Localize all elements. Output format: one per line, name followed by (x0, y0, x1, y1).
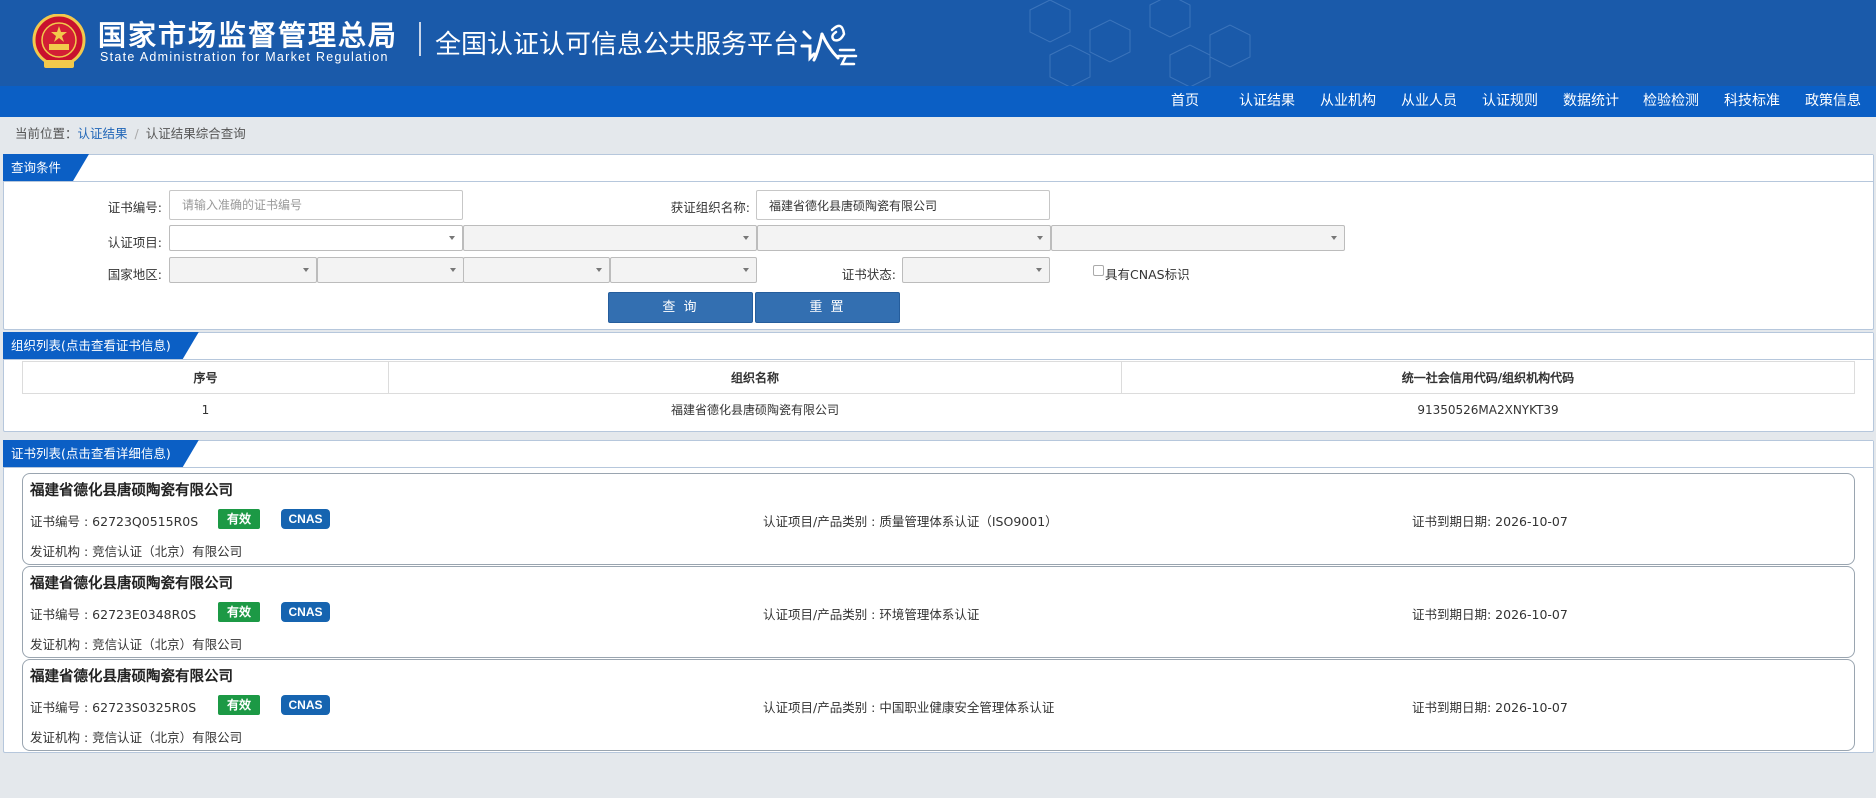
cert-project-select-4[interactable] (1051, 225, 1345, 251)
cert-card[interactable]: 福建省德化县唐硕陶瓷有限公司 证书编号 : 62723E0348R0S 有效 C… (22, 566, 1855, 658)
cert-issuer: 发证机构 : 竞信认证（北京）有限公司 (30, 544, 243, 559)
org-name-cn: 国家市场监督管理总局 (98, 19, 399, 52)
query-panel-header: 查询条件 (4, 155, 1873, 182)
reset-button[interactable]: 重 置 (755, 292, 900, 323)
chevron-down-icon (303, 268, 309, 272)
breadcrumb-separator: / (134, 126, 139, 141)
chevron-down-icon (1036, 268, 1042, 272)
cert-project-select-2[interactable] (463, 225, 757, 251)
chevron-down-icon (743, 268, 749, 272)
cert-org-name: 福建省德化县唐硕陶瓷有限公司 (30, 576, 233, 592)
cert-number: 证书编号 : 62723Q0515R0S (30, 514, 199, 529)
cert-org-name: 福建省德化县唐硕陶瓷有限公司 (30, 669, 233, 685)
column-header-index: 序号 (22, 361, 389, 394)
org-list-panel-title: 组织列表(点击查看证书信息) (3, 332, 199, 359)
cert-org-name: 福建省德化县唐硕陶瓷有限公司 (30, 483, 233, 499)
nav-practitioners[interactable]: 从业人员 (1401, 86, 1457, 117)
cert-number: 证书编号 : 62723S0325R0S (30, 700, 197, 715)
query-panel: 查询条件 证书编号: 获证组织名称: 认证项目: 国家地区: 证书状态: 具有C… (3, 154, 1874, 330)
header-divider (419, 22, 421, 56)
region-select-1[interactable] (169, 257, 317, 283)
cert-project-select-1[interactable] (169, 225, 463, 251)
chevron-down-icon (596, 268, 602, 272)
search-button[interactable]: 查 询 (608, 292, 753, 323)
nav-cert-rules[interactable]: 认证规则 (1482, 86, 1538, 117)
cert-expiry: 证书到期日期: 2026-10-07 (1412, 514, 1568, 529)
region-select-4[interactable] (610, 257, 757, 283)
chevron-down-icon (743, 236, 749, 240)
cert-category: 认证项目/产品类别 : 中国职业健康安全管理体系认证 (763, 700, 1055, 715)
cert-expiry: 证书到期日期: 2026-10-07 (1412, 700, 1568, 715)
org-name-en: State Administration for Market Regulati… (100, 50, 389, 64)
breadcrumb-current: 认证结果综合查询 (145, 126, 246, 141)
breadcrumb-prefix: 当前位置： (15, 126, 78, 141)
nav-policy[interactable]: 政策信息 (1805, 86, 1861, 117)
breadcrumb: 当前位置：认证结果 / 认证结果综合查询 (15, 123, 246, 142)
cnas-badge: CNAS (281, 602, 330, 622)
nav-home[interactable]: 首页 (1171, 86, 1199, 117)
cert-project-select-3[interactable] (757, 225, 1051, 251)
nav-cert-results[interactable]: 认证结果 (1239, 86, 1295, 117)
chevron-down-icon (450, 268, 456, 272)
region-select-2[interactable] (317, 257, 464, 283)
cert-status-label: 证书状态: (841, 267, 896, 282)
cert-category: 认证项目/产品类别 : 质量管理体系认证（ISO9001） (763, 514, 1058, 529)
cnas-badge: CNAS (281, 509, 330, 529)
cert-card[interactable]: 福建省德化县唐硕陶瓷有限公司 证书编号 : 62723Q0515R0S 有效 C… (22, 473, 1855, 565)
status-badge: 有效 (218, 695, 260, 715)
org-table-header-row: 序号 组织名称 统一社会信用代码/组织机构代码 (22, 361, 1855, 394)
row-credit-code: 91350526MA2XNYKT39 (1417, 402, 1559, 417)
cert-no-label: 证书编号: (107, 200, 162, 215)
cert-issuer: 发证机构 : 竞信认证（北京）有限公司 (30, 637, 243, 652)
nav-tech-standards[interactable]: 科技标准 (1724, 86, 1780, 117)
nav-inspection[interactable]: 检验检测 (1643, 86, 1699, 117)
region-label: 国家地区: (107, 267, 162, 282)
platform-title: 全国认证认可信息公共服务平台 (435, 30, 800, 60)
region-select-3[interactable] (463, 257, 610, 283)
column-header-org-name: 组织名称 (388, 361, 1122, 394)
cert-list-panel-title: 证书列表(点击查看详细信息) (3, 440, 199, 467)
breadcrumb-link-cert-results[interactable]: 认证结果 (78, 126, 128, 141)
org-list-panel: 组织列表(点击查看证书信息) 序号 组织名称 统一社会信用代码/组织机构代码 1… (3, 332, 1874, 432)
national-emblem-icon (32, 14, 86, 68)
main-nav: 首页 认证结果 从业机构 从业人员 认证规则 数据统计 检验检测 科技标准 政策… (0, 86, 1876, 117)
hexagon-pattern (1029, 0, 1251, 86)
renzheng-cloud-logo-icon (800, 24, 858, 66)
cert-status-select[interactable] (902, 257, 1050, 283)
column-header-credit-code: 统一社会信用代码/组织机构代码 (1121, 361, 1855, 394)
org-name-input[interactable] (756, 190, 1050, 220)
cert-issuer: 发证机构 : 竞信认证（北京）有限公司 (30, 730, 243, 745)
cnas-checkbox-label: 具有CNAS标识 (1105, 267, 1190, 282)
status-badge: 有效 (218, 602, 260, 622)
org-name-label: 获证组织名称: (670, 200, 750, 215)
cert-expiry: 证书到期日期: 2026-10-07 (1412, 607, 1568, 622)
nav-institutions[interactable]: 从业机构 (1320, 86, 1376, 117)
cert-number: 证书编号 : 62723E0348R0S (30, 607, 197, 622)
nav-statistics[interactable]: 数据统计 (1563, 86, 1619, 117)
chevron-down-icon (1037, 236, 1043, 240)
table-row[interactable]: 1 福建省德化县唐硕陶瓷有限公司 91350526MA2XNYKT39 (23, 394, 1855, 426)
row-org-name: 福建省德化县唐硕陶瓷有限公司 (670, 403, 839, 418)
cert-no-input[interactable] (169, 190, 463, 220)
site-header: 国家市场监督管理总局 State Administration for Mark… (0, 0, 1876, 86)
org-list-panel-header: 组织列表(点击查看证书信息) (4, 333, 1873, 360)
cnas-badge: CNAS (281, 695, 330, 715)
cert-list-panel-header: 证书列表(点击查看详细信息) (4, 441, 1873, 468)
chevron-down-icon (449, 236, 455, 240)
cert-category: 认证项目/产品类别 : 环境管理体系认证 (763, 607, 980, 622)
chevron-down-icon (1331, 236, 1337, 240)
cert-project-label: 认证项目: (107, 235, 162, 250)
org-table: 序号 组织名称 统一社会信用代码/组织机构代码 1 福建省德化县唐硕陶瓷有限公司… (22, 361, 1855, 426)
cnas-checkbox[interactable] (1093, 265, 1104, 276)
cert-card[interactable]: 福建省德化县唐硕陶瓷有限公司 证书编号 : 62723S0325R0S 有效 C… (22, 659, 1855, 751)
cert-list-panel: 证书列表(点击查看详细信息) 福建省德化县唐硕陶瓷有限公司 证书编号 : 627… (3, 440, 1874, 753)
query-panel-title: 查询条件 (3, 154, 89, 181)
row-index: 1 (201, 402, 210, 417)
status-badge: 有效 (218, 509, 260, 529)
